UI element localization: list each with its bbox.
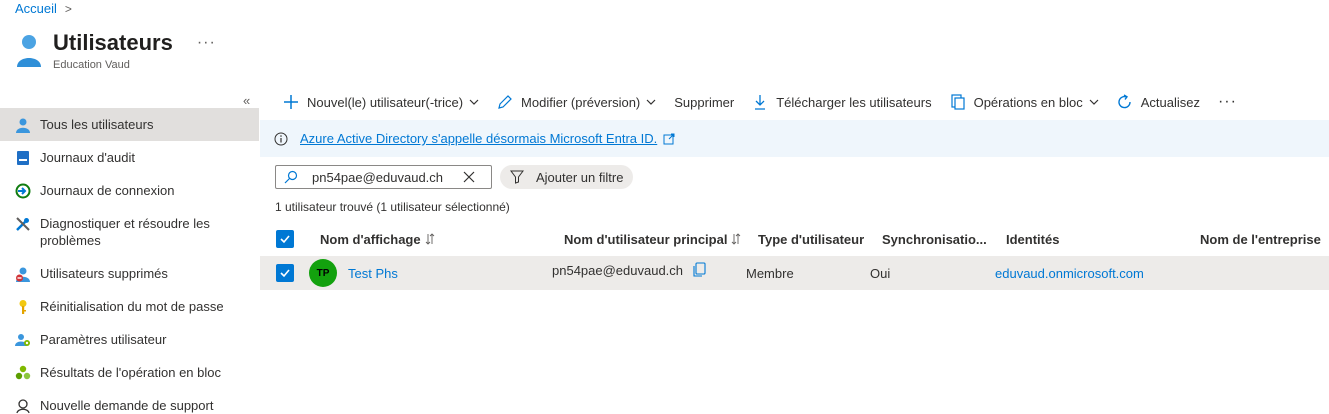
add-filter-button[interactable]: Ajouter un filtre — [500, 165, 634, 189]
column-user-type[interactable]: Type d'utilisateur — [758, 232, 864, 247]
bulk-operations-button[interactable]: Opérations en bloc — [950, 94, 1099, 110]
toolbar-more-button[interactable]: ··· — [1218, 93, 1237, 111]
key-icon — [19, 300, 27, 314]
user-type: Membre — [746, 265, 794, 281]
user-settings-icon — [15, 334, 30, 346]
support-icon — [16, 399, 30, 414]
column-company[interactable]: Nom de l'entreprise — [1200, 232, 1321, 247]
breadcrumb: Accueil > — [15, 1, 72, 16]
sidebar-item-label: Diagnostiquer et résoudre les problèmes — [40, 216, 210, 248]
edit-button[interactable]: Modifier (préversion) — [497, 94, 656, 110]
users-page-icon — [17, 35, 41, 67]
column-display-name[interactable]: Nom d'affichage — [320, 232, 435, 247]
sidebar-item-user-settings[interactable]: Paramètres utilisateur — [0, 323, 259, 356]
deleted-user-icon — [16, 267, 30, 282]
search-box — [275, 165, 492, 189]
delete-button[interactable]: Supprimer — [674, 95, 734, 110]
column-identities[interactable]: Identités — [1006, 232, 1059, 247]
refresh-button[interactable]: Actualisez — [1117, 94, 1200, 110]
header-more-button[interactable]: ··· — [197, 34, 216, 52]
search-input[interactable] — [312, 169, 457, 185]
info-icon — [274, 132, 288, 145]
info-banner: Azure Active Directory s'appelle désorma… — [260, 120, 1329, 157]
sidebar-item-label: Paramètres utilisateur — [40, 332, 167, 347]
copy-icon[interactable] — [692, 262, 706, 278]
delete-label: Supprimer — [674, 94, 735, 110]
sidebar-item-label: Utilisateurs supprimés — [40, 266, 168, 281]
sidebar-item-label: Journaux de connexion — [40, 183, 175, 198]
row-checkbox[interactable] — [276, 264, 294, 282]
user-display-name-link[interactable]: Test Phs — [348, 266, 398, 281]
users-table: Nom d'affichage Nom d'utilisateur princi… — [260, 222, 1329, 290]
audit-log-icon — [17, 151, 29, 165]
sidebar-item-label: Tous les utilisateurs — [40, 117, 154, 132]
clear-search-icon[interactable] — [463, 171, 475, 183]
add-filter-label: Ajouter un filtre — [536, 169, 624, 185]
breadcrumb-separator: > — [64, 1, 72, 16]
collapse-sidebar-button[interactable]: « — [243, 93, 250, 108]
entra-rename-link[interactable]: Azure Active Directory s'appelle désorma… — [300, 131, 657, 146]
sidebar-item-audit-logs[interactable]: Journaux d'audit — [0, 141, 259, 174]
new-user-label: Nouvel(le) utilisateur(-trice) — [307, 94, 464, 110]
breadcrumb-home-link[interactable]: Accueil — [15, 1, 57, 16]
plus-icon — [284, 95, 298, 109]
sign-in-log-icon — [15, 183, 31, 199]
user-sync: Oui — [870, 265, 891, 281]
sidebar-item-label: Résultats de l'opération en bloc — [40, 365, 221, 380]
refresh-icon — [1118, 94, 1131, 109]
chevron-down-icon — [646, 99, 656, 105]
column-upn-label: Nom d'utilisateur principal — [564, 231, 728, 247]
sidebar: Tous les utilisateurs Journaux d'audit J… — [0, 108, 259, 414]
chevron-down-icon — [469, 99, 479, 105]
user-upn: pn54pae@eduvaud.ch — [552, 263, 684, 278]
column-sync[interactable]: Synchronisatio... — [882, 232, 987, 247]
sidebar-item-label: Journaux d'audit — [40, 150, 135, 165]
sidebar-item-all-users[interactable]: Tous les utilisateurs — [0, 108, 259, 141]
sidebar-item-deleted-users[interactable]: Utilisateurs supprimés — [0, 257, 259, 290]
page-header: Utilisateurs ··· Education Vaud — [15, 30, 216, 71]
avatar: TP — [309, 259, 337, 287]
page-title: Utilisateurs — [53, 30, 173, 55]
sidebar-item-support[interactable]: Nouvelle demande de support — [0, 389, 259, 414]
command-bar: Nouvel(le) utilisateur(-trice) Modifier … — [283, 88, 1237, 116]
column-display-name-label: Nom d'affichage — [320, 231, 421, 247]
checkmark-icon — [280, 235, 290, 244]
page-subtitle: Education Vaud — [53, 59, 130, 71]
external-link-icon — [663, 133, 675, 144]
sort-icon — [425, 232, 434, 245]
sort-icon — [732, 232, 741, 245]
new-user-button[interactable]: Nouvel(le) utilisateur(-trice) — [283, 94, 479, 110]
select-all-checkbox[interactable] — [276, 230, 294, 248]
sidebar-item-label: Réinitialisation du mot de passe — [40, 299, 224, 314]
download-users-button[interactable]: Télécharger les utilisateurs — [752, 94, 932, 110]
result-count: 1 utilisateur trouvé (1 utilisateur séle… — [275, 200, 510, 214]
user-identities-link[interactable]: eduvaud.onmicrosoft.com — [995, 266, 1144, 281]
table-header: Nom d'affichage Nom d'utilisateur princi… — [260, 222, 1329, 256]
download-icon — [755, 95, 766, 110]
sidebar-item-sign-in-logs[interactable]: Journaux de connexion — [0, 174, 259, 207]
sidebar-item-bulk-results[interactable]: Résultats de l'opération en bloc — [0, 356, 259, 389]
sidebar-item-password-reset[interactable]: Réinitialisation du mot de passe — [0, 290, 259, 323]
refresh-label: Actualisez — [1140, 94, 1200, 110]
edit-label: Modifier (préversion) — [521, 94, 641, 110]
pencil-icon — [498, 95, 512, 109]
column-upn[interactable]: Nom d'utilisateur principal — [564, 232, 741, 247]
wrench-icon — [16, 217, 30, 231]
checkmark-icon — [280, 269, 290, 278]
bulk-operations-icon — [950, 94, 965, 110]
bulk-results-icon — [15, 365, 31, 380]
filter-icon — [510, 170, 524, 184]
search-icon — [284, 170, 298, 184]
chevron-down-icon — [1089, 99, 1099, 105]
table-row[interactable]: TP Test Phs pn54pae@eduvaud.ch Membre Ou… — [260, 256, 1329, 290]
user-icon — [16, 118, 30, 133]
download-label: Télécharger les utilisateurs — [776, 94, 932, 110]
bulk-operations-label: Opérations en bloc — [973, 94, 1083, 110]
sidebar-item-diagnose[interactable]: Diagnostiquer et résoudre les problèmes — [0, 207, 259, 257]
sidebar-item-label: Nouvelle demande de support — [40, 398, 214, 413]
